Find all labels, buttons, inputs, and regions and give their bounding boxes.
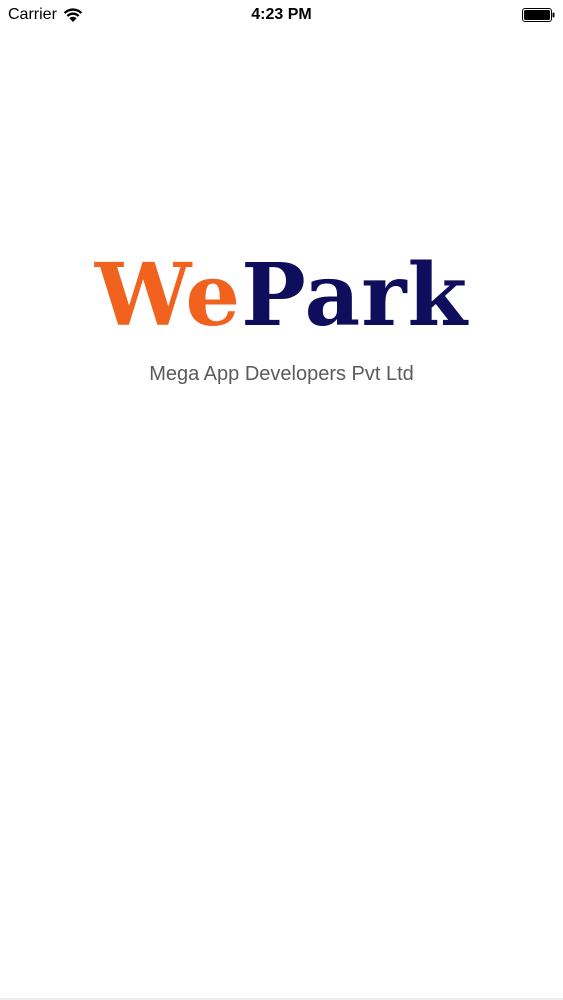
status-time: 4:23 PM	[251, 6, 312, 23]
battery-icon	[522, 8, 555, 22]
company-subtitle: Mega App Developers Pvt Ltd	[149, 363, 414, 385]
logo-park-text: Park	[241, 245, 469, 346]
logo-we-text: We	[94, 245, 242, 346]
status-bar: Carrier 4:23 PM	[0, 0, 563, 30]
splash-screen: Carrier 4:23 PM WePark Mega App Develope…	[0, 0, 563, 1000]
wepark-logo: WePark	[0, 246, 563, 346]
